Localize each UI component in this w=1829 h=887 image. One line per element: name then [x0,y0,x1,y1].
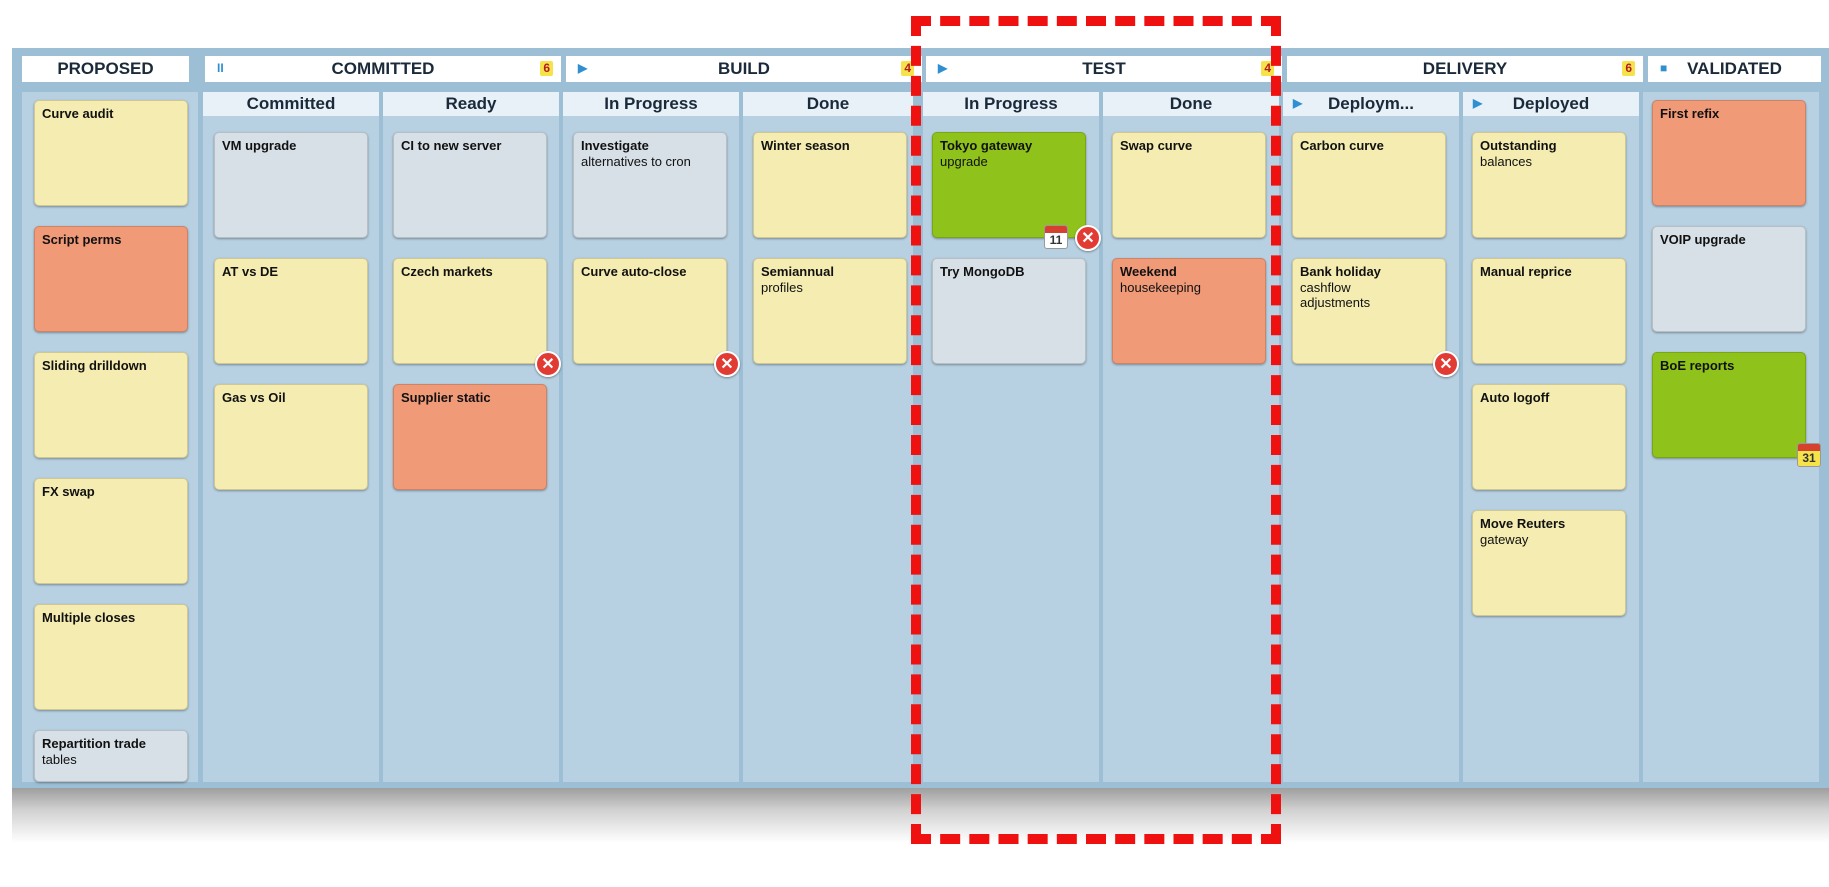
test-stage-highlight [911,16,1281,844]
card-sliding-drilldown[interactable]: Sliding drilldown [34,352,188,458]
close-icon[interactable]: ✕ [714,351,740,377]
lane-title: Committed [246,94,336,113]
group-title: DELIVERY [1422,59,1508,78]
card-bank-holiday[interactable]: Bank holiday cashflow adjustments [1292,258,1446,364]
play-icon: ▶ [1473,96,1483,110]
lane-build-done: Done Winter season Semiannual profiles [743,92,913,782]
lane-title: Done [806,94,850,113]
group-title: BUILD [718,59,770,78]
lane-build-in-progress: In Progress Investigate alternatives to … [563,92,739,782]
lane-title: Deployed [1512,94,1590,113]
card-title: First refix [1660,106,1720,121]
card-title: Move Reuters [1480,516,1566,531]
lane-header[interactable]: ▶ Deployed [1463,92,1639,116]
group-proposed[interactable]: PROPOSED [22,56,189,82]
lane-ready: Ready CI to new server Czech markets Sup… [383,92,559,782]
card-title: Czech markets [401,264,493,279]
card-investigate[interactable]: Investigate alternatives to cron [573,132,727,238]
card-czech-markets[interactable]: Czech markets [393,258,547,364]
card-title: AT vs DE [222,264,279,279]
card-outstanding[interactable]: Outstanding balances [1472,132,1626,238]
lane-header[interactable]: In Progress [563,92,739,116]
card-title: Multiple closes [42,610,136,625]
card-manual-reprice[interactable]: Manual reprice [1472,258,1626,364]
close-icon[interactable]: ✕ [535,351,561,377]
group-title: COMMITTED [331,59,435,78]
card-title: CI to new server [401,138,502,153]
lane-header[interactable]: Done [743,92,913,116]
card-winter-season[interactable]: Winter season [753,132,907,238]
card-first-refix[interactable]: First refix [1652,100,1806,206]
card-carbon-curve[interactable]: Carbon curve [1292,132,1446,238]
card-supplier-static[interactable]: Supplier static [393,384,547,490]
card-title: Semiannual [761,264,834,279]
card-title: Auto logoff [1480,390,1550,405]
card-voip-upgrade[interactable]: VOIP upgrade [1652,226,1806,332]
lane-title: Deploym... [1328,94,1414,113]
card-title: Outstanding [1480,138,1557,153]
card-move-reuters[interactable]: Move Reuters gateway [1472,510,1626,616]
card-auto-logoff[interactable]: Auto logoff [1472,384,1626,490]
card-title: VOIP upgrade [1660,232,1746,247]
card-title: BoE reports [1660,358,1735,373]
card-vm-upgrade[interactable]: VM upgrade [214,132,368,238]
card-multiple-closes[interactable]: Multiple closes [34,604,188,710]
card-curve-audit[interactable]: Curve audit [34,100,188,206]
lane-committed: Committed VM upgrade AT vs DE Gas vs Oil [203,92,379,782]
card-semiannual[interactable]: Semiannual profiles [753,258,907,364]
group-validated[interactable]: ■ VALIDATED [1648,56,1821,82]
lane-header[interactable]: Committed [203,92,379,116]
card-boe-reports[interactable]: BoE reports [1652,352,1806,458]
card-script-perms[interactable]: Script perms [34,226,188,332]
card-title: Sliding drilldown [42,358,147,373]
lane-header[interactable]: Ready [383,92,559,116]
card-gas-vs-oil[interactable]: Gas vs Oil [214,384,368,490]
card-repartition-trade[interactable]: Repartition trade tables [34,730,188,782]
card-curve-auto-close[interactable]: Curve auto-close [573,258,727,364]
card-title: Curve auto-close [581,264,687,279]
group-title: PROPOSED [57,59,154,78]
card-subtitle: cashflow adjustments [1300,280,1371,310]
lane-title: In Progress [604,94,698,113]
close-icon[interactable]: ✕ [1433,351,1459,377]
card-subtitle: balances [1480,154,1533,169]
calendar-icon[interactable]: 31 [1797,443,1821,467]
card-title: Investigate [581,138,649,153]
card-subtitle: profiles [761,280,803,295]
group-title: VALIDATED [1687,59,1782,78]
group-delivery[interactable]: DELIVERY 6 [1287,56,1643,82]
card-title: Curve audit [42,106,114,121]
card-fx-swap[interactable]: FX swap [34,478,188,584]
card-subtitle: tables [42,752,77,767]
lane-title: Ready [445,94,497,113]
play-icon: ▶ [1293,96,1303,110]
lane-validated: First refix VOIP upgrade BoE reports [1643,92,1819,782]
wip-count-badge: 6 [1622,61,1635,76]
lane-proposed: Curve audit Script perms Sliding drilldo… [22,92,198,782]
square-icon: ■ [1660,61,1668,75]
card-title: Supplier static [401,390,491,405]
card-title: Bank holiday [1300,264,1381,279]
card-at-vs-de[interactable]: AT vs DE [214,258,368,364]
card-title: Repartition trade [42,736,147,751]
card-title: FX swap [42,484,95,499]
card-subtitle: gateway [1480,532,1529,547]
card-title: Script perms [42,232,122,247]
card-ci-to-new-server[interactable]: CI to new server [393,132,547,238]
card-title: Gas vs Oil [222,390,286,405]
card-title: Carbon curve [1300,138,1384,153]
lane-deploying: ▶ Deploym... Carbon curve Bank holiday c… [1283,92,1459,782]
group-build[interactable]: ▶ BUILD 4 [566,56,922,82]
card-title: Manual reprice [1480,264,1572,279]
wip-count-badge: 6 [540,61,553,76]
lane-header[interactable]: ▶ Deploym... [1283,92,1459,116]
pause-icon: II [217,61,224,75]
card-title: VM upgrade [222,138,297,153]
lane-deployed: ▶ Deployed Outstanding balances Manual r… [1463,92,1639,782]
card-title: Winter season [761,138,850,153]
card-subtitle: alternatives to cron [581,154,691,169]
play-icon: ▶ [578,61,588,75]
group-committed[interactable]: II COMMITTED 6 [205,56,561,82]
